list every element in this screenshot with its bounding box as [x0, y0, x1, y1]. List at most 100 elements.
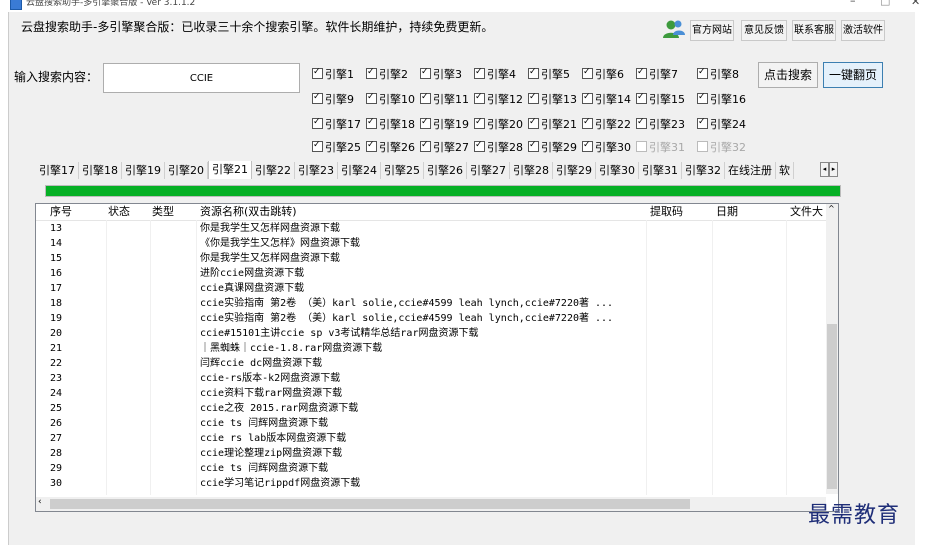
row-resource-name[interactable]: 《你是我学生又怎样》网盘资源下载	[200, 236, 644, 251]
row-resource-name[interactable]: ccie-rs版本-k2网盘资源下载	[200, 371, 644, 386]
checkbox-icon[interactable]	[312, 65, 323, 80]
engine-checkbox-27[interactable]: 引擎27	[420, 138, 469, 155]
row-resource-name[interactable]: ccie之夜 2015.rar网盘资源下载	[200, 401, 644, 416]
row-resource-name[interactable]: ccie理论整理zip网盘资源下载	[200, 446, 644, 461]
row-resource-name[interactable]: ccie学习笔记rippdf网盘资源下载	[200, 476, 644, 491]
checkbox-icon[interactable]	[420, 90, 431, 105]
tab-10[interactable]: 引擎26	[424, 162, 467, 179]
engine-checkbox-19[interactable]: 引擎19	[420, 115, 469, 132]
checkbox-icon[interactable]	[474, 115, 485, 130]
search-button[interactable]: 点击搜索	[758, 62, 818, 88]
engine-checkbox-26[interactable]: 引擎26	[366, 138, 415, 155]
table-row[interactable]: 19 ccie实验指南 第2卷 （美）karl solie,ccie#4599 l…	[36, 311, 826, 326]
search-input[interactable]: CCIE	[103, 63, 300, 93]
col-extract-code[interactable]: 提取码	[650, 204, 683, 220]
tab-14[interactable]: 引擎30	[596, 162, 639, 179]
checkbox-icon[interactable]	[312, 90, 323, 105]
engine-checkbox-31[interactable]: 引擎31	[636, 140, 685, 155]
table-row[interactable]: 20 ccie#15101主讲ccie sp v3考试精华总结rar网盘资源下载	[36, 326, 826, 341]
tab-18[interactable]: 软	[776, 162, 794, 179]
tab-11[interactable]: 引擎27	[467, 162, 510, 179]
engine-checkbox-10[interactable]: 引擎10	[366, 90, 415, 107]
tab-17[interactable]: 在线注册	[725, 162, 776, 179]
table-row[interactable]: 27 ccie rs lab版本网盘资源下载	[36, 431, 826, 446]
table-row[interactable]: 28 ccie理论整理zip网盘资源下载	[36, 446, 826, 461]
engine-checkbox-8[interactable]: 引擎8	[697, 65, 739, 82]
results-list[interactable]: 序号 状态 类型 资源名称(双击跳转) 提取码 日期 文件大 13 你是我学生又怎…	[35, 203, 839, 512]
row-resource-name[interactable]: ccie资料下载rar网盘资源下载	[200, 386, 644, 401]
checkbox-icon[interactable]	[366, 115, 377, 130]
tab-8[interactable]: 引擎24	[338, 162, 381, 179]
checkbox-icon[interactable]	[636, 90, 647, 105]
engine-checkbox-3[interactable]: 引擎3	[420, 65, 462, 82]
minimize-button[interactable]: –	[850, 0, 856, 7]
table-row[interactable]: 25 ccie之夜 2015.rar网盘资源下载	[36, 401, 826, 416]
checkbox-icon[interactable]	[420, 65, 431, 80]
checkbox-icon[interactable]	[366, 90, 377, 105]
tab-16[interactable]: 引擎32	[682, 162, 725, 179]
row-resource-name[interactable]: ccie rs lab版本网盘资源下载	[200, 431, 644, 446]
table-row[interactable]: 13 你是我学生又怎样网盘资源下载	[36, 221, 826, 236]
col-status[interactable]: 状态	[108, 204, 130, 220]
table-row[interactable]: 23 ccie-rs版本-k2网盘资源下载	[36, 371, 826, 386]
engine-checkbox-14[interactable]: 引擎14	[582, 90, 631, 107]
engine-checkbox-12[interactable]: 引擎12	[474, 90, 523, 107]
scroll-left-icon[interactable]: ‹	[38, 497, 42, 507]
tab-scroll-left-icon[interactable]: ◂	[820, 162, 829, 177]
close-button[interactable]: ✕	[911, 0, 920, 8]
engine-checkbox-13[interactable]: 引擎13	[528, 90, 577, 107]
row-resource-name[interactable]: 闫辉ccie dc网盘资源下载	[200, 356, 644, 371]
engine-checkbox-20[interactable]: 引擎20	[474, 115, 523, 132]
tab-5[interactable]: 引擎21	[208, 161, 252, 179]
row-resource-name[interactable]: ccie实验指南 第2卷 （美）karl solie,ccie#4599 lea…	[200, 296, 644, 311]
row-resource-name[interactable]: 进阶ccie网盘资源下载	[200, 266, 644, 281]
row-resource-name[interactable]: ccie ts 闫辉网盘资源下载	[200, 416, 644, 431]
horizontal-scrollbar[interactable]: ‹	[36, 497, 826, 511]
checkbox-icon[interactable]	[528, 90, 539, 105]
checkbox-icon[interactable]	[582, 65, 593, 80]
tab-9[interactable]: 引擎25	[381, 162, 424, 179]
engine-checkbox-1[interactable]: 引擎1	[312, 65, 354, 82]
checkbox-icon[interactable]	[474, 65, 485, 80]
engine-checkbox-30[interactable]: 引擎30	[582, 138, 631, 155]
engine-checkbox-16[interactable]: 引擎16	[697, 90, 746, 107]
row-resource-name[interactable]: ｜黑蜘蛛｜ccie-1.8.rar网盘资源下载	[200, 341, 644, 356]
tab-1[interactable]: 引擎17	[36, 162, 79, 179]
table-row[interactable]: 14 《你是我学生又怎样》网盘资源下载	[36, 236, 826, 251]
activate-software-button[interactable]: 激活软件	[841, 20, 885, 41]
table-row[interactable]: 21 ｜黑蜘蛛｜ccie-1.8.rar网盘资源下载	[36, 341, 826, 356]
col-resource-name[interactable]: 资源名称(双击跳转)	[200, 204, 297, 220]
table-row[interactable]: 22 闫辉ccie dc网盘资源下载	[36, 356, 826, 371]
checkbox-icon[interactable]	[312, 138, 323, 153]
checkbox-icon[interactable]	[636, 65, 647, 80]
engine-checkbox-32[interactable]: 引擎32	[697, 140, 746, 155]
checkbox-icon[interactable]	[582, 115, 593, 130]
checkbox-icon[interactable]	[582, 138, 593, 153]
row-resource-name[interactable]: ccie#15101主讲ccie sp v3考试精华总结rar网盘资源下载	[200, 326, 644, 341]
engine-checkbox-23[interactable]: 引擎23	[636, 115, 685, 132]
table-row[interactable]: 16 进阶ccie网盘资源下载	[36, 266, 826, 281]
checkbox-icon[interactable]	[528, 138, 539, 153]
engine-checkbox-29[interactable]: 引擎29	[528, 138, 577, 155]
engine-checkbox-22[interactable]: 引擎22	[582, 115, 631, 132]
col-date[interactable]: 日期	[716, 204, 738, 220]
col-type[interactable]: 类型	[152, 204, 174, 220]
tab-7[interactable]: 引擎23	[295, 162, 338, 179]
scroll-up-icon[interactable]: ^	[828, 204, 835, 213]
feedback-button[interactable]: 意见反馈	[741, 20, 787, 41]
engine-checkbox-21[interactable]: 引擎21	[528, 115, 577, 132]
table-row[interactable]: 17 ccie真课网盘资源下载	[36, 281, 826, 296]
engine-checkbox-4[interactable]: 引擎4	[474, 65, 516, 82]
row-resource-name[interactable]: 你是我学生又怎样网盘资源下载	[200, 221, 644, 236]
vertical-scroll-thumb[interactable]	[827, 324, 837, 489]
col-file-size[interactable]: 文件大	[790, 204, 823, 220]
horizontal-scroll-thumb[interactable]	[50, 499, 690, 509]
checkbox-icon[interactable]	[582, 90, 593, 105]
page-all-button[interactable]: 一键翻页	[823, 62, 883, 88]
contact-support-button[interactable]: 联系客服	[792, 20, 836, 41]
tab-scroll-right-icon[interactable]: ▸	[829, 162, 838, 177]
engine-checkbox-6[interactable]: 引擎6	[582, 65, 624, 82]
col-index[interactable]: 序号	[50, 204, 72, 220]
engine-checkbox-18[interactable]: 引擎18	[366, 115, 415, 132]
table-row[interactable]: 18 ccie实验指南 第2卷 （美）karl solie,ccie#4599 l…	[36, 296, 826, 311]
